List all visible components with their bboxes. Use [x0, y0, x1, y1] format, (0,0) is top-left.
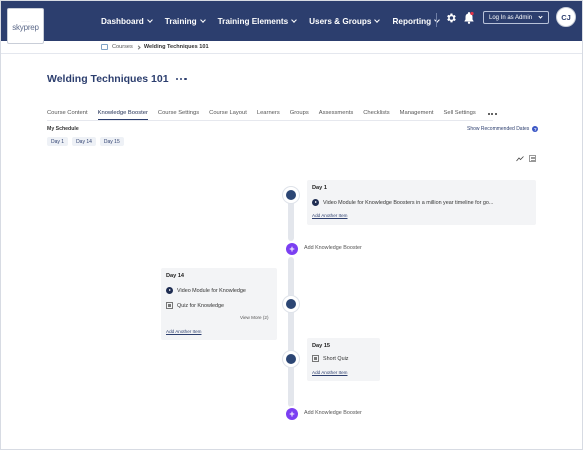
- nav-users-groups[interactable]: Users & Groups: [309, 16, 381, 26]
- list-item[interactable]: Video Module for Knowledge: [166, 287, 246, 294]
- my-schedule-heading: My Schedule: [47, 126, 79, 132]
- add-knowledge-booster-link[interactable]: Add Knowledge Booster: [304, 245, 362, 251]
- view-more-link[interactable]: View More (2): [240, 315, 269, 320]
- list-item[interactable]: Video Module for Knowledge Boosters in a…: [312, 199, 493, 206]
- view-toggle: [516, 155, 536, 162]
- day-14-title: Day 14: [166, 273, 185, 279]
- nav-training-label: Training: [164, 16, 197, 26]
- add-knowledge-booster-icon[interactable]: +: [286, 408, 298, 420]
- nav-training[interactable]: Training: [164, 16, 206, 26]
- add-another-item-link[interactable]: Add Another Item: [312, 370, 348, 375]
- nav-training-elements-label: Training Elements: [217, 16, 289, 26]
- gear-icon[interactable]: [445, 12, 457, 24]
- timeline-node-day-1: [283, 187, 299, 203]
- main-menu: Dashboard Training Training Elements Use…: [101, 1, 440, 41]
- add-knowledge-booster-icon[interactable]: +: [286, 243, 298, 255]
- day-chip-14[interactable]: Day 14: [72, 137, 96, 146]
- quiz-icon: [166, 302, 173, 309]
- quiz-icon: [312, 355, 319, 362]
- tab-sell-settings[interactable]: Sell Settings: [444, 110, 476, 120]
- app-window: ........... skyprep Dashboard Training T…: [0, 0, 583, 450]
- add-another-item-link[interactable]: Add Another Item: [166, 329, 202, 334]
- item-label: Video Module for Knowledge: [177, 287, 246, 294]
- chevron-down-icon: [291, 17, 297, 23]
- nav-users-groups-label: Users & Groups: [309, 16, 372, 26]
- top-nav: ........... skyprep Dashboard Training T…: [1, 1, 582, 44]
- nav-training-elements[interactable]: Training Elements: [218, 17, 297, 26]
- login-as-label: Log In as Admin: [489, 14, 533, 21]
- tab-groups[interactable]: Groups: [290, 110, 309, 120]
- day-chip-1[interactable]: Day 1: [47, 137, 69, 146]
- chevron-down-icon: [538, 14, 543, 19]
- tab-assessments[interactable]: Assessments: [319, 110, 353, 120]
- page-title: Welding Techniques 101: [47, 73, 187, 85]
- timeline-node-day-15: [283, 351, 299, 367]
- divider: [1, 53, 582, 54]
- video-icon: [166, 287, 173, 294]
- list-item[interactable]: Quiz for Knowledge: [166, 302, 224, 309]
- nav-reporting[interactable]: Reporting: [392, 16, 440, 26]
- item-label: Quiz for Knowledge: [177, 302, 225, 309]
- course-tabs: Course Content Knowledge Booster Course …: [47, 110, 497, 121]
- item-label: Video Module for Knowledge Boosters in a…: [323, 199, 494, 206]
- list-view-icon[interactable]: [529, 155, 536, 162]
- tab-checklists[interactable]: Checklists: [363, 110, 389, 120]
- nav-divider: [436, 13, 437, 27]
- chevron-down-icon: [374, 17, 381, 23]
- video-icon: [312, 199, 319, 206]
- login-as-admin-select[interactable]: Log In as Admin: [483, 11, 549, 24]
- day-1-title: Day 1: [312, 185, 327, 191]
- tab-course-settings[interactable]: Course Settings: [158, 110, 199, 120]
- nav-dashboard[interactable]: Dashboard: [101, 16, 153, 26]
- show-recommended-dates-label: Show Recommended Dates: [467, 126, 530, 132]
- tab-course-layout[interactable]: Course Layout: [209, 110, 247, 120]
- day-14-card: Day 14 Video Module for Knowledge Quiz f…: [161, 268, 277, 340]
- logo-text: skyprep: [12, 23, 39, 32]
- add-knowledge-booster-link[interactable]: Add Knowledge Booster: [304, 410, 362, 416]
- day-1-card: Day 1 Video Module for Knowledge Booster…: [307, 180, 536, 225]
- day-chip-15[interactable]: Day 15: [99, 137, 124, 146]
- avatar[interactable]: CJ: [556, 7, 576, 27]
- breadcrumb-courses[interactable]: Courses: [112, 44, 133, 50]
- nav-dashboard-label: Dashboard: [101, 16, 144, 26]
- tabs-divider: [47, 120, 493, 121]
- show-recommended-dates-link[interactable]: Show Recommended Dates ?: [467, 126, 539, 132]
- chevron-right-icon: [136, 44, 141, 50]
- page-title-text: Welding Techniques 101: [47, 73, 169, 85]
- breadcrumb: Courses Welding Techniques 101: [101, 41, 209, 53]
- book-icon: [101, 44, 108, 50]
- day-15-card: Day 15 Short Quiz Add Another Item: [307, 338, 380, 381]
- item-label: Short Quiz: [323, 355, 349, 362]
- list-item[interactable]: Short Quiz: [312, 355, 348, 362]
- tab-management[interactable]: Management: [400, 110, 434, 120]
- timeline-line: [288, 257, 294, 407]
- timeline-line: [288, 201, 294, 241]
- chevron-down-icon: [146, 17, 153, 23]
- tab-learners[interactable]: Learners: [257, 110, 280, 120]
- help-icon[interactable]: ?: [532, 126, 539, 132]
- more-tabs-icon[interactable]: [486, 110, 497, 117]
- add-another-item-link[interactable]: Add Another Item: [312, 213, 348, 218]
- more-options-icon[interactable]: [175, 77, 187, 81]
- tab-knowledge-booster[interactable]: Knowledge Booster: [97, 110, 149, 121]
- tab-course-content[interactable]: Course Content: [47, 110, 88, 120]
- breadcrumb-current: Welding Techniques 101: [143, 44, 209, 50]
- day-chips: Day 1 Day 14 Day 15: [47, 137, 124, 146]
- trend-chart-icon[interactable]: [516, 155, 524, 162]
- nav-reporting-label: Reporting: [392, 16, 432, 26]
- bell-icon[interactable]: [463, 11, 475, 24]
- day-15-title: Day 15: [312, 343, 331, 349]
- skyprep-logo[interactable]: ........... skyprep: [7, 8, 44, 44]
- chevron-down-icon: [199, 17, 206, 23]
- timeline-node-day-14: [283, 296, 299, 312]
